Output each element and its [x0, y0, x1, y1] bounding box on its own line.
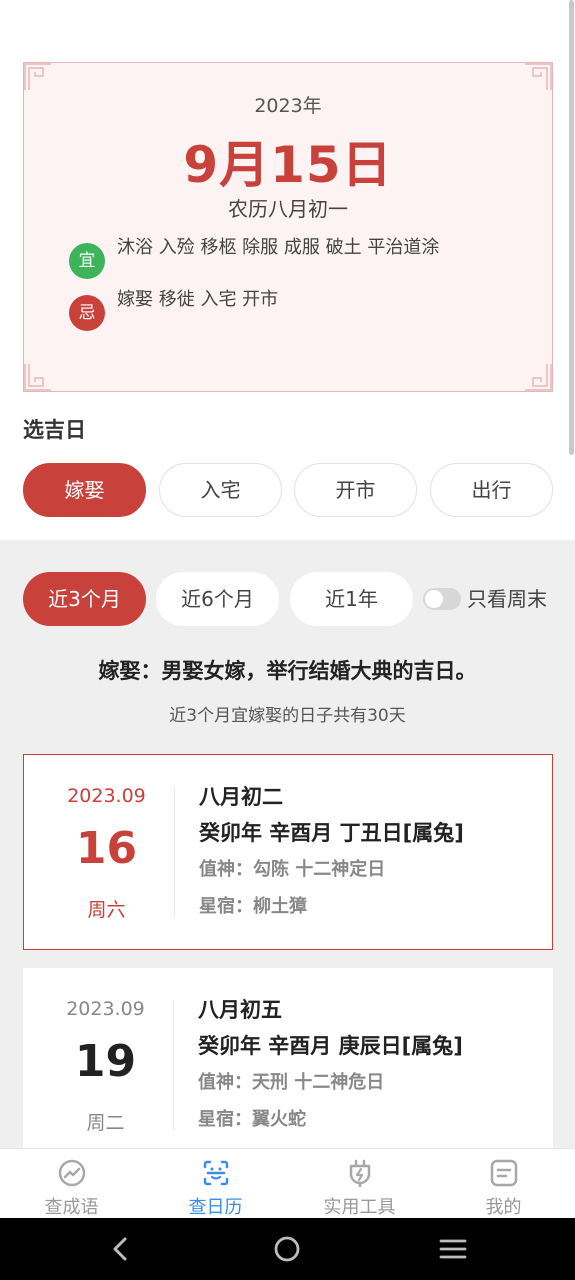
category-chip-kaishi[interactable]: 开市 — [294, 463, 417, 517]
corner-ornament-icon — [24, 63, 51, 90]
date-card: 2023年 9月15日 农历八月初一 宜 沐浴 入殓 移柩 除服 成服 破土 平… — [23, 62, 553, 392]
day-year-month: 2023.09 — [66, 998, 145, 1020]
plug-bolt-icon — [349, 1159, 371, 1188]
category-chips: 嫁娶 入宅 开市 出行 — [23, 463, 553, 517]
divider — [174, 787, 175, 917]
filter-3-months[interactable]: 近3个月 — [23, 572, 146, 626]
category-description: 嫁娶：男娶女嫁，举行结婚大典的吉日。 — [98, 659, 477, 683]
day-xingxiu: 星宿：柳土獐 — [199, 896, 307, 917]
day-details: 八月初五 癸卯年 辛酉月 庚辰日[属兔] 值神：天刑 十二神危日 星宿：翼火蛇 — [198, 994, 463, 1131]
home-icon[interactable] — [271, 1233, 303, 1265]
day-weekday: 周六 — [87, 899, 126, 921]
tab-mine[interactable]: 我的 — [432, 1149, 575, 1219]
select-auspicious-title: 选吉日 — [23, 418, 86, 442]
day-ganzhi: 癸卯年 辛酉月 庚辰日[属兔] — [198, 1034, 463, 1058]
day-lunar: 八月初二 — [199, 785, 283, 809]
results-section: 近3个月 近6个月 近1年 只看周末 嫁娶：男娶女嫁，举行结婚大典的吉日。 近3… — [0, 540, 575, 1148]
day-weekday: 周二 — [86, 1112, 125, 1134]
profile-card-icon — [490, 1159, 518, 1187]
system-nav-bar — [0, 1218, 575, 1280]
back-icon[interactable] — [105, 1233, 137, 1265]
day-number: 19 — [74, 1036, 137, 1087]
day-date-block: 2023.09 19 周二 — [23, 968, 188, 1148]
ji-text: 嫁娶 移徙 入宅 开市 — [117, 289, 279, 310]
tab-label: 我的 — [485, 1197, 522, 1218]
lunar-date-label: 农历八月初一 — [228, 197, 348, 221]
toggle-knob — [425, 589, 443, 608]
tab-idioms[interactable]: 查成语 — [0, 1149, 143, 1219]
corner-ornament-icon — [525, 364, 552, 391]
tab-label: 实用工具 — [323, 1197, 396, 1218]
yi-badge: 宜 — [69, 243, 105, 279]
category-chip-ruzhai[interactable]: 入宅 — [159, 463, 282, 517]
day-year-month: 2023.09 — [67, 785, 146, 807]
range-filters: 近3个月 近6个月 近1年 只看周末 — [23, 572, 558, 626]
corner-ornament-icon — [24, 364, 51, 391]
day-zhishen: 值神：勾陈 十二神定日 — [199, 859, 386, 880]
day-number: 16 — [75, 823, 138, 874]
trend-circle-icon — [58, 1159, 86, 1187]
day-zhishen: 值神：天刑 十二神危日 — [198, 1072, 385, 1093]
toggle-switch[interactable] — [423, 587, 461, 610]
day-card[interactable]: 2023.09 16 周六 八月初二 癸卯年 辛酉月 丁丑日[属兔] 值神：勾陈… — [23, 754, 553, 950]
bottom-tab-bar: 查成语 查日历 实用工具 我的 — [0, 1148, 575, 1218]
day-date-block: 2023.09 16 周六 — [24, 755, 189, 949]
year-label: 2023年 — [254, 95, 322, 117]
yi-text: 沐浴 入殓 移柩 除服 成服 破土 平治道涂 — [117, 237, 440, 258]
scrollbar[interactable] — [569, 0, 574, 455]
tab-label: 查成语 — [44, 1197, 99, 1218]
weekend-only-toggle[interactable]: 只看周末 — [423, 572, 547, 626]
month-day-label: 9月15日 — [183, 136, 393, 194]
tab-calendar[interactable]: 查日历 — [144, 1149, 287, 1219]
tab-label: 查日历 — [188, 1197, 243, 1218]
calendar-face-icon — [203, 1160, 229, 1186]
day-details: 八月初二 癸卯年 辛酉月 丁丑日[属兔] 值神：勾陈 十二神定日 星宿：柳土獐 — [199, 781, 464, 918]
top-section: 2023年 9月15日 农历八月初一 宜 沐浴 入殓 移柩 除服 成服 破土 平… — [0, 0, 575, 540]
day-ganzhi: 癸卯年 辛酉月 丁丑日[属兔] — [199, 821, 464, 845]
result-count: 近3个月宜嫁娶的日子共有30天 — [169, 706, 406, 726]
category-chip-jiaqu[interactable]: 嫁娶 — [23, 463, 146, 517]
category-chip-chuxing[interactable]: 出行 — [430, 463, 553, 517]
recents-menu-icon[interactable] — [437, 1233, 469, 1265]
filter-1-year[interactable]: 近1年 — [290, 572, 413, 626]
corner-ornament-icon — [525, 63, 552, 90]
day-xingxiu: 星宿：翼火蛇 — [198, 1109, 306, 1130]
ji-badge: 忌 — [69, 295, 105, 331]
day-card[interactable]: 2023.09 19 周二 八月初五 癸卯年 辛酉月 庚辰日[属兔] 值神：天刑… — [23, 968, 553, 1148]
day-lunar: 八月初五 — [198, 998, 282, 1022]
divider — [173, 1000, 174, 1130]
weekend-only-label: 只看周末 — [467, 587, 547, 611]
tab-tools[interactable]: 实用工具 — [288, 1149, 431, 1219]
filter-6-months[interactable]: 近6个月 — [156, 572, 279, 626]
